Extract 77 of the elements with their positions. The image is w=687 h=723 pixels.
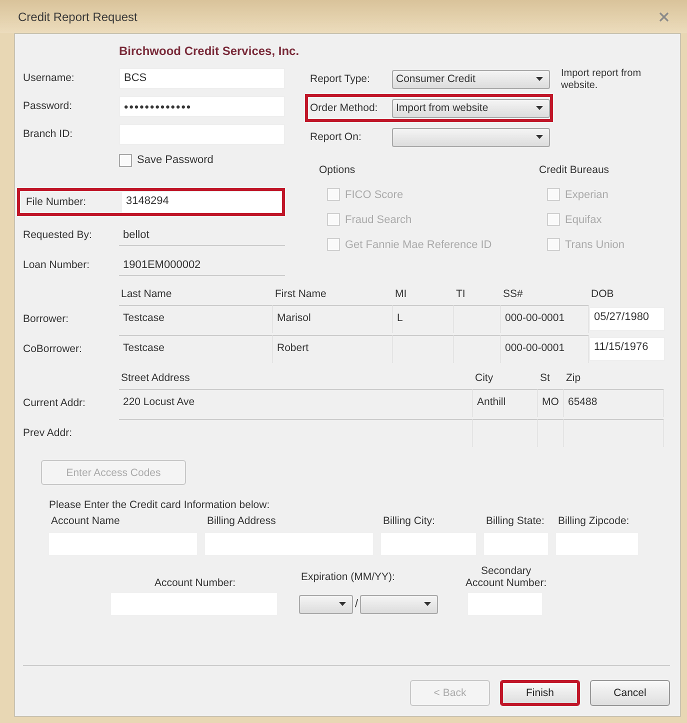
table-cell (454, 335, 501, 363)
input-field[interactable]: 3148294 (122, 192, 282, 212)
table-cell: Marisol (273, 305, 393, 333)
checkbox-label: Get Fannie Mae Reference ID (345, 238, 492, 250)
table-cell: Robert (273, 335, 393, 363)
field-label: Expiration (MM/YY): (300, 571, 396, 585)
dialog-button[interactable]: Cancel (590, 680, 670, 706)
field-label: Billing Address (206, 515, 277, 529)
column-header: Street Address (120, 372, 191, 384)
column-header: DOB (590, 288, 615, 300)
field-label: Password: (23, 100, 74, 112)
field-label: Billing City: (382, 515, 436, 529)
input-field[interactable]: BCS (119, 68, 285, 88)
caret-icon[interactable] (536, 135, 543, 139)
group-title: Options (319, 164, 356, 178)
field-label: Billing Zipcode: (557, 515, 630, 529)
row-label: CoBorrower: (23, 343, 83, 355)
table-cell: MO (538, 389, 564, 417)
field-label: Account Number: (153, 577, 237, 589)
dialog-button[interactable]: Finish (500, 680, 580, 706)
table-cell: Anthill (473, 389, 538, 417)
dropdown[interactable]: Consumer Credit (392, 70, 550, 88)
column-header: First Name (274, 288, 328, 300)
row-label: Prev Addr: (23, 427, 74, 439)
separator-text: / (355, 598, 358, 610)
field-value: bellot (119, 224, 285, 246)
input-field[interactable]: 11/15/1976 (589, 337, 665, 361)
field-label: Report On: (310, 131, 362, 143)
table-cell (454, 305, 501, 333)
field-label: Order Method: (310, 102, 379, 114)
group-title: Credit Bureaus (539, 164, 610, 178)
caret-icon[interactable] (424, 602, 432, 606)
window-title: Credit Report Request (18, 10, 138, 24)
table-cell: Testcase (119, 335, 273, 363)
field-label: Report Type: (310, 73, 371, 85)
company-name: Birchwood Credit Services, Inc. (118, 44, 300, 60)
field-label: Requested By: (23, 229, 93, 241)
column-header: Zip (565, 372, 582, 384)
checkbox-label: Equifax (565, 214, 602, 226)
field-label: Account Name (50, 515, 121, 529)
checkbox-label: Experian (565, 188, 608, 200)
caret-icon[interactable] (339, 602, 346, 606)
caret-icon[interactable] (536, 77, 543, 81)
field-label: File Number: (26, 196, 88, 208)
checkbox-label: Fraud Search (345, 214, 412, 226)
column-header: City (474, 372, 494, 384)
checkbox-label: Trans Union (565, 238, 625, 250)
row-label: Current Addr: (23, 397, 86, 409)
table-cell (393, 335, 454, 363)
caret-icon[interactable] (536, 106, 543, 110)
input-field[interactable]: 05/27/1980 (589, 307, 665, 331)
column-header: TI (455, 288, 466, 300)
input-field[interactable]: ••••••••••••• (119, 96, 285, 116)
table-cell: L (393, 305, 454, 333)
checkbox[interactable] (119, 154, 132, 166)
field-label: Billing State: (485, 515, 546, 529)
field-label: Branch ID: (23, 128, 74, 140)
table-cell (538, 419, 564, 447)
instruction-text: Please Enter the Credit card Information below: (49, 499, 271, 513)
table-cell (473, 419, 538, 447)
field-value: 1901EM000002 (119, 254, 285, 276)
close-icon[interactable] (657, 10, 671, 22)
checkbox-label: Save Password (137, 154, 214, 166)
column-header: MI (394, 288, 408, 300)
table-cell: 220 Locust Ave (119, 389, 473, 417)
table-cell: 65488 (564, 389, 664, 417)
table-cell: Testcase (119, 305, 273, 333)
field-label: Username: (23, 72, 76, 84)
column-header: St (539, 372, 551, 384)
column-header: SS# (502, 288, 524, 300)
hint-text: Import report from website. (561, 67, 642, 93)
field-label: Loan Number: (23, 259, 91, 271)
row-label: Borrower: (23, 313, 70, 325)
dropdown[interactable]: Import from website (392, 98, 550, 118)
field-label: Secondary Account Number: (464, 565, 548, 589)
column-header: Last Name (120, 288, 173, 300)
checkbox-label: FICO Score (345, 188, 404, 200)
